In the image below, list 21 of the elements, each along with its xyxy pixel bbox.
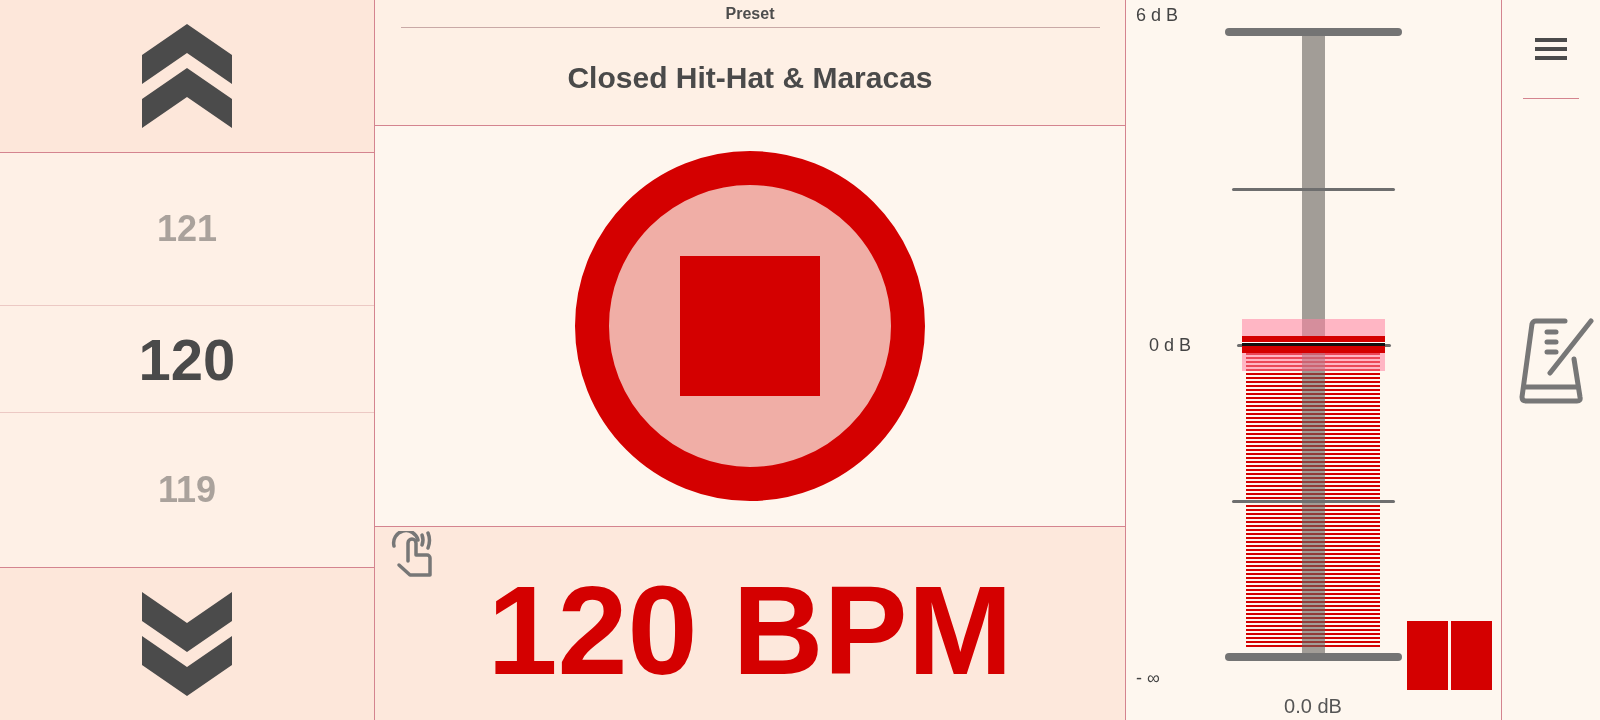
tap-tempo-panel[interactable]: 120 BPM (375, 527, 1125, 720)
menu-icon[interactable] (1535, 38, 1567, 60)
scale-label: 0 d B (1149, 334, 1192, 356)
volume-reading: 0.0 dB (1284, 694, 1342, 718)
output-level-bar (1407, 621, 1448, 690)
scale-label: - ∞ (1136, 667, 1160, 689)
up-button[interactable] (0, 0, 374, 153)
tap-hand-icon (391, 531, 433, 578)
down-button[interactable] (0, 567, 374, 720)
tempo-option[interactable]: 120 (0, 306, 374, 413)
double-chevron-up-icon (142, 24, 232, 128)
double-chevron-down-icon (142, 592, 232, 696)
metronome-icon[interactable] (1518, 317, 1594, 404)
volume-slider[interactable] (1225, 26, 1402, 663)
tempo-readout: 120 BPM (487, 558, 1013, 703)
preset-name: Closed Hit-Hat & Maracas (567, 60, 933, 96)
preset-label: Preset (725, 5, 775, 23)
stop-icon (680, 256, 820, 396)
scale-label: 6 d B (1136, 4, 1179, 26)
slider-thumb[interactable] (1242, 318, 1385, 371)
output-level-bar (1451, 621, 1492, 690)
